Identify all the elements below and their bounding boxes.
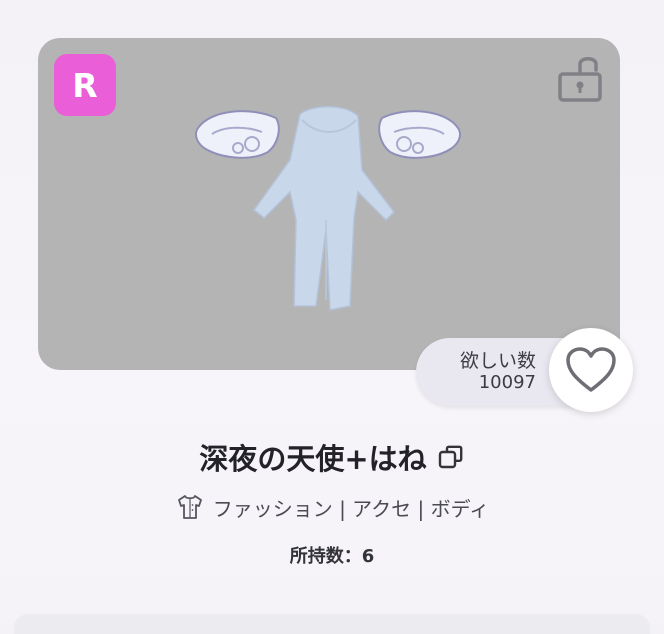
owned-count: 所持数：6 [289,546,375,567]
copy-icon[interactable] [437,443,465,471]
right-wing [378,110,461,159]
item-title-row: 深夜の天使+はね [0,436,664,478]
next-section-card [14,614,650,634]
wishlist-heart-button[interactable] [549,328,633,412]
rarity-badge: R [54,54,116,116]
shirt-icon [177,495,202,519]
item-preview [38,38,620,370]
category-path: ファッション | アクセ | ボディ [212,496,490,521]
unlocked-padlock-icon[interactable] [556,52,604,104]
category-row: ファッション | アクセ | ボディ [0,492,664,522]
wishlist-label: 欲しい数 [459,350,536,372]
left-wing [195,110,280,159]
angel-outfit-image [195,106,461,311]
item-title: 深夜の天使+はね [199,442,427,476]
wishlist-count: 10097 [478,372,536,393]
heart-outline-icon [566,347,616,392]
